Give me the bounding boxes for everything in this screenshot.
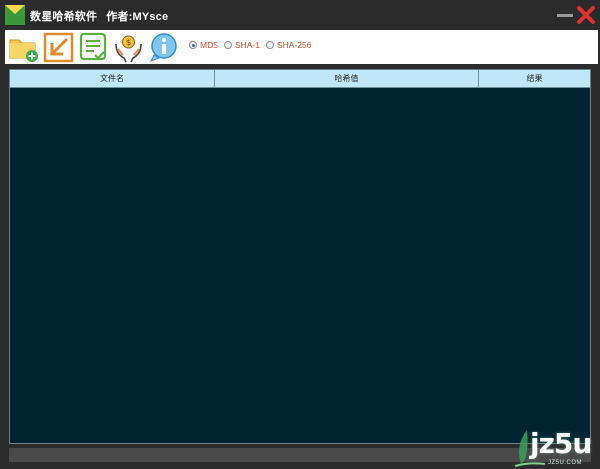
radio-md5-label: MD5 — [200, 40, 218, 50]
results-table[interactable]: 文件名 哈希值 结果 — [9, 69, 591, 444]
watermark-text: jz5u — [530, 427, 592, 460]
document-check-icon[interactable] — [78, 32, 109, 63]
watermark-subtext: JZ5U.COM — [548, 460, 582, 466]
app-logo-icon — [5, 5, 25, 25]
radio-sha1[interactable]: SHA-1 — [223, 40, 260, 50]
radio-sha256-label: SHA-256 — [277, 40, 312, 50]
column-header-hash[interactable]: 哈希值 — [215, 70, 479, 88]
column-header-filename[interactable]: 文件名 — [10, 70, 215, 88]
window-title: 数星哈希软件 作者:MYsce — [30, 8, 177, 24]
radio-md5-dot[interactable] — [189, 41, 197, 49]
toolbar: $ MD5 SHA-1 SHA-256 — [5, 30, 598, 64]
status-bar — [9, 448, 591, 462]
svg-text:$: $ — [126, 38, 131, 47]
radio-md5[interactable]: MD5 — [189, 40, 218, 50]
radio-sha1-dot[interactable] — [223, 41, 232, 49]
donate-hands-icon[interactable]: $ — [113, 32, 144, 63]
info-bubble-icon[interactable] — [148, 32, 179, 63]
author-label: 作者:MYsce — [106, 11, 169, 23]
radio-sha1-label: SHA-1 — [234, 40, 260, 50]
export-icon[interactable] — [43, 32, 74, 63]
close-button[interactable] — [577, 5, 596, 25]
column-header-result[interactable]: 结果 — [479, 70, 590, 88]
radio-sha256[interactable]: SHA-256 — [266, 40, 312, 50]
radio-sha256-dot[interactable] — [266, 41, 274, 49]
app-name: 数星哈希软件 — [30, 11, 98, 23]
hash-algorithm-group: MD5 SHA-1 SHA-256 — [189, 40, 318, 50]
table-header: 文件名 哈希值 结果 — [10, 70, 590, 88]
add-folder-icon[interactable] — [8, 32, 39, 63]
title-bar[interactable]: 数星哈希软件 作者:MYsce — [0, 0, 600, 30]
minimize-button[interactable] — [556, 7, 574, 23]
table-body[interactable] — [10, 88, 590, 443]
app-window: 数星哈希软件 作者:MYsce $ MD5 SHA-1 SHA-256 文件名 … — [0, 0, 600, 469]
